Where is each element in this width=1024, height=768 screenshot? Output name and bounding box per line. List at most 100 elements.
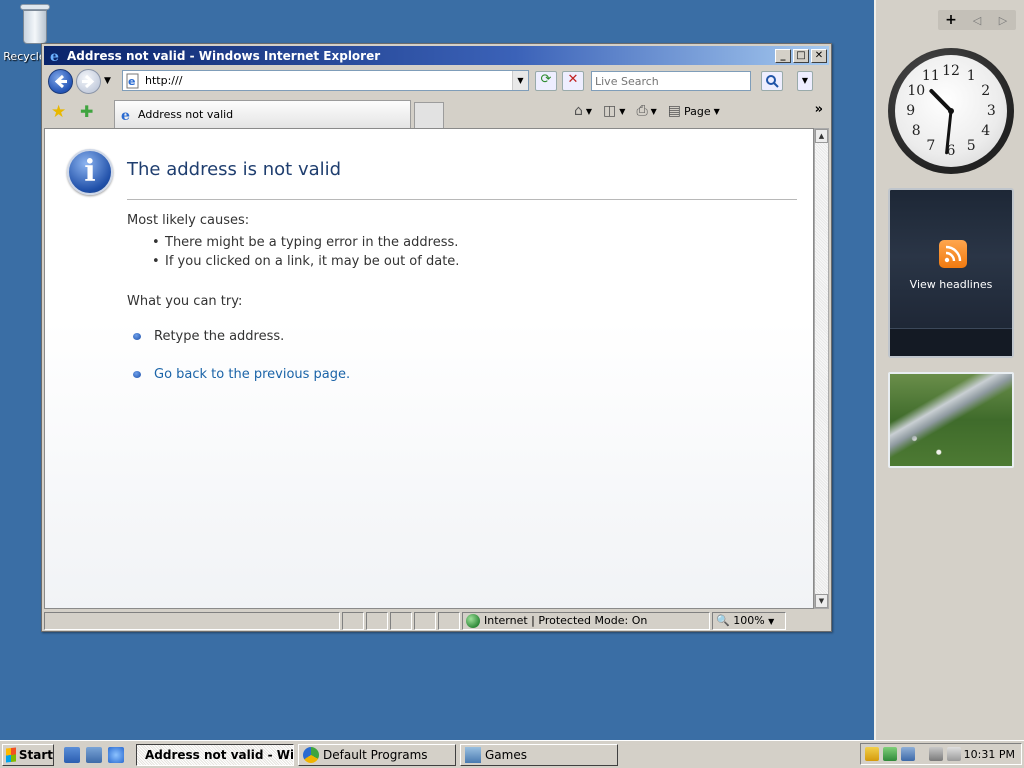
status-segment	[342, 611, 364, 630]
window-title: Address not valid - Windows Internet Exp…	[67, 48, 381, 63]
stop-button[interactable]: ✕	[562, 71, 584, 91]
quick-launch	[64, 746, 124, 763]
security-shield-icon[interactable]	[865, 747, 879, 761]
feeds-dropdown[interactable]: ▼	[619, 107, 625, 116]
add-favorites-icon[interactable]: ✚	[80, 102, 93, 121]
system-tray: 10:31 PM	[860, 743, 1022, 765]
home-dropdown[interactable]: ▼	[586, 107, 592, 116]
zoom-control[interactable]: 🔍 100% ▼	[712, 611, 786, 630]
status-bar: Internet | Protected Mode: On 🔍 100% ▼	[44, 610, 829, 631]
forward-arrow-icon	[82, 74, 95, 89]
show-desktop-icon[interactable]	[64, 746, 80, 763]
tab-page-icon: e	[121, 108, 130, 123]
retype-text: Retype the address.	[154, 329, 285, 344]
close-button[interactable]: ✕	[811, 48, 827, 63]
vertical-scrollbar[interactable]: ▲ ▼	[814, 128, 829, 609]
view-headlines-label[interactable]: View headlines	[890, 278, 1012, 291]
status-segment	[438, 611, 460, 630]
causes-heading: Most likely causes:	[127, 213, 250, 228]
task-default-programs[interactable]: Default Programs	[298, 743, 456, 766]
task-ie[interactable]: Address not valid - Wi...	[136, 743, 294, 766]
status-segment	[414, 611, 436, 630]
page-menu-label[interactable]: Page	[684, 105, 711, 118]
bullet-icon	[133, 333, 141, 340]
rss-icon	[939, 240, 967, 268]
tab-current[interactable]: e Address not valid	[114, 100, 411, 128]
home-icon[interactable]: ⌂	[574, 103, 583, 119]
add-gadget-button[interactable]: +	[938, 12, 964, 28]
cause-item: If you clicked on a link, it may be out …	[149, 252, 459, 271]
try-heading: What you can try:	[127, 294, 243, 309]
try-item-go-back[interactable]: Go back to the previous page.	[133, 367, 350, 382]
globe-icon	[466, 613, 480, 628]
desktop: Recycle Bin e Address not valid - Window…	[0, 0, 874, 740]
page-content: i The address is not valid Most likely c…	[44, 128, 814, 609]
network-icon[interactable]	[901, 747, 915, 761]
zoom-dropdown[interactable]: ▼	[768, 617, 774, 626]
minute-hand	[945, 109, 953, 155]
slideshow-gadget[interactable]	[888, 372, 1014, 468]
ie-logo-icon: e	[50, 49, 59, 64]
search-box[interactable]	[591, 71, 751, 91]
error-heading: The address is not valid	[127, 159, 342, 180]
ie-quicklaunch-icon[interactable]	[108, 746, 124, 763]
try-item-retype: Retype the address.	[133, 329, 284, 344]
default-programs-icon	[303, 746, 319, 763]
taskbar-clock[interactable]: 10:31 PM	[964, 748, 1015, 761]
print-icon[interactable]: ⎙	[636, 103, 647, 119]
minimize-button[interactable]: _	[775, 48, 791, 63]
status-segment	[390, 611, 412, 630]
task-games[interactable]: Games	[460, 743, 618, 766]
status-text	[44, 611, 340, 630]
search-options-button[interactable]: ▼	[797, 71, 813, 91]
switch-windows-icon[interactable]	[86, 746, 102, 763]
feed-headlines-gadget[interactable]: View headlines	[888, 188, 1014, 358]
command-bar: ★ ✚ e Address not valid ⌂ ▼ ◫ ▼ ⎙ ▼ ▤ Page ▼…	[44, 98, 829, 128]
feeds-icon[interactable]: ◫	[603, 103, 616, 119]
scroll-up-button[interactable]: ▲	[815, 129, 828, 143]
search-input[interactable]	[592, 72, 750, 90]
task-label: Default Programs	[323, 747, 428, 762]
page-menu-icon: ▤	[667, 103, 682, 119]
title-bar[interactable]: e Address not valid - Windows Internet E…	[44, 46, 829, 65]
address-bar[interactable]: e http:/// ▼	[122, 70, 529, 91]
network-disconnected-icon[interactable]	[929, 747, 943, 761]
print-dropdown[interactable]: ▼	[651, 107, 657, 116]
search-button[interactable]	[761, 71, 783, 91]
start-button[interactable]: Start	[2, 743, 54, 766]
recent-pages-dropdown[interactable]: ▼	[104, 76, 111, 86]
scroll-down-button[interactable]: ▼	[815, 594, 828, 608]
new-tab-button[interactable]	[414, 102, 444, 128]
info-icon: i	[67, 149, 113, 195]
hour-hand	[929, 89, 953, 113]
more-commands-chevron[interactable]: »	[815, 102, 823, 117]
recycle-bin-icon	[18, 2, 52, 46]
volume-muted-icon[interactable]	[947, 747, 961, 761]
clock-face: 12 1 2 3 4 5 6 7 8 9 10 11	[895, 55, 1007, 167]
address-input[interactable]: http:///	[145, 74, 512, 87]
taskbar: Start Address not valid - Wi... Default …	[0, 740, 1024, 768]
page-menu-dropdown[interactable]: ▼	[714, 107, 720, 116]
feed-footer	[890, 328, 1012, 356]
forward-button[interactable]	[76, 69, 101, 94]
zoom-level: 100%	[733, 613, 765, 627]
start-label: Start	[18, 747, 53, 762]
security-center-icon[interactable]	[883, 747, 897, 761]
svg-text:e: e	[50, 49, 59, 64]
command-buttons: ⌂ ▼ ◫ ▼ ⎙ ▼ ▤ Page ▼	[574, 103, 728, 119]
refresh-button[interactable]: ⟳	[535, 71, 557, 91]
go-back-link[interactable]: Go back to the previous page.	[154, 367, 350, 382]
task-label: Games	[485, 747, 527, 762]
next-gadgets-button[interactable]: ▷	[990, 14, 1016, 27]
games-icon	[465, 746, 481, 763]
clock-gadget[interactable]: 12 1 2 3 4 5 6 7 8 9 10 11	[888, 48, 1014, 174]
maximize-button[interactable]: □	[793, 48, 809, 63]
status-segment	[366, 611, 388, 630]
address-dropdown[interactable]: ▼	[512, 71, 528, 90]
security-zone[interactable]: Internet | Protected Mode: On	[462, 611, 710, 630]
previous-gadgets-button[interactable]: ◁	[964, 14, 990, 27]
back-button[interactable]	[48, 69, 73, 94]
zoom-icon: 🔍	[716, 613, 730, 627]
favorites-center-icon[interactable]: ★	[51, 102, 66, 122]
back-arrow-icon	[54, 74, 67, 89]
